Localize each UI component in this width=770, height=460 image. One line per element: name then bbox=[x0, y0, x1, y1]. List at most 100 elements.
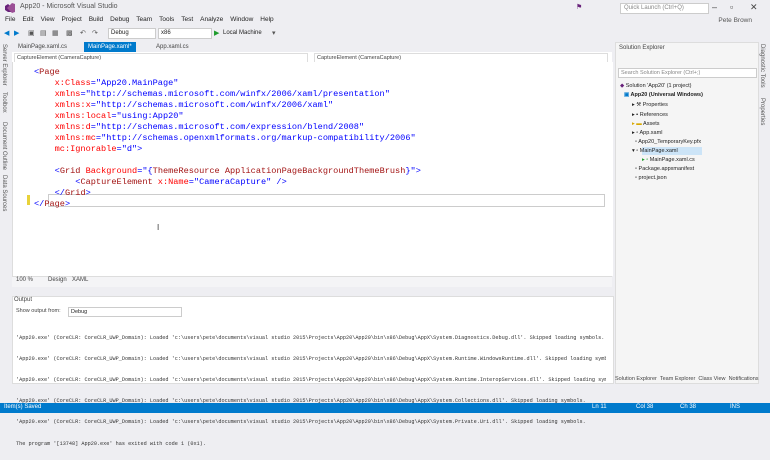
show-output-from-dropdown[interactable]: Debug bbox=[68, 307, 182, 317]
zoom-level[interactable]: 100 % bbox=[16, 277, 33, 283]
config-dropdown[interactable]: Debug bbox=[108, 28, 156, 39]
tab-class-view[interactable]: Class View bbox=[698, 376, 725, 382]
run-target-button[interactable]: Local Machine bbox=[223, 30, 262, 36]
code-token: ="{ bbox=[137, 166, 153, 176]
platform-dropdown[interactable]: x86 bbox=[158, 28, 212, 39]
menu-view[interactable]: View bbox=[41, 16, 55, 23]
close-icon[interactable]: ✕ bbox=[750, 2, 758, 13]
tree-item-mainpage-xaml-cs[interactable]: ▸ ▫ MainPage.xaml.cs bbox=[642, 157, 695, 163]
tab-app-xaml-cs[interactable]: App.xaml.cs bbox=[152, 42, 193, 52]
code-line[interactable]: <CaptureElement x:Name="CameraCapture" /… bbox=[34, 177, 421, 188]
tree-item-mainpage-xaml[interactable]: ▾ ▫ MainPage.xaml bbox=[632, 148, 678, 154]
code-line[interactable]: xmlns:x="http://schemas.microsoft.com/wi… bbox=[34, 100, 421, 111]
tab-properties[interactable]: Properties bbox=[759, 98, 765, 125]
tree-item-references[interactable]: ▸ ▪ References bbox=[632, 112, 668, 118]
menu-tools[interactable]: Tools bbox=[159, 16, 174, 23]
code-token: mc:Ignorable bbox=[54, 144, 117, 154]
tree-item-project[interactable]: ▣ App20 (Universal Windows) bbox=[624, 92, 703, 98]
code-token: Grid bbox=[59, 166, 81, 176]
menu-file[interactable]: File bbox=[5, 16, 15, 23]
tree-item-label: Properties bbox=[642, 102, 668, 108]
menu-debug[interactable]: Debug bbox=[110, 16, 129, 23]
tab-server-explorer[interactable]: Server Explorer bbox=[1, 44, 7, 86]
menu-edit[interactable]: Edit bbox=[22, 16, 33, 23]
back-icon[interactable]: ◀ bbox=[4, 29, 9, 37]
design-tab[interactable]: Design bbox=[48, 277, 67, 283]
tab-mainpage-xaml[interactable]: MainPage.xaml* bbox=[84, 42, 136, 52]
tab-data-sources[interactable]: Data Sources bbox=[1, 175, 7, 211]
csharp-file-icon: ▸ ▫ bbox=[642, 157, 649, 163]
tree-item-app-xaml[interactable]: ▸ ▫ App.xaml bbox=[632, 130, 662, 136]
run-icon[interactable]: ▶ bbox=[214, 29, 219, 37]
code-line[interactable]: </Page> bbox=[34, 199, 421, 210]
notifications-flag-icon[interactable]: ⚑ bbox=[576, 3, 582, 11]
save-all-icon[interactable]: ▩ bbox=[66, 29, 73, 37]
tab-document-outline[interactable]: Document Outline bbox=[1, 122, 7, 170]
code-token: > bbox=[85, 188, 91, 198]
folder-icon: ▸ ▬ bbox=[632, 121, 642, 127]
tab-solution-explorer[interactable]: Solution Explorer bbox=[615, 376, 657, 382]
forward-icon[interactable]: ▶ bbox=[14, 29, 19, 37]
tab-mainpage-xaml-cs[interactable]: MainPage.xaml.cs bbox=[14, 42, 71, 52]
solution-explorer-title: Solution Explorer bbox=[619, 45, 665, 51]
solution-bottom-tabs: Solution Explorer Team Explorer Class Vi… bbox=[615, 376, 759, 382]
tree-item-properties[interactable]: ▸ ⚒ Properties bbox=[632, 102, 668, 108]
code-line[interactable]: xmlns:mc="http://schemas.openxmlformats.… bbox=[34, 133, 421, 144]
code-line[interactable] bbox=[34, 155, 421, 166]
solution-search-input[interactable]: Search Solution Explorer (Ctrl+;) bbox=[618, 68, 757, 78]
menu-bar: File Edit View Project Build Debug Team … bbox=[0, 16, 770, 27]
menu-test[interactable]: Test bbox=[181, 16, 193, 23]
xaml-tab[interactable]: XAML bbox=[72, 277, 88, 283]
code-token: }" bbox=[405, 166, 416, 176]
tree-item-label: MainPage.xaml.cs bbox=[649, 157, 695, 163]
tree-item-solution[interactable]: ◆ Solution 'App20' (1 project) bbox=[620, 83, 691, 89]
menu-help[interactable]: Help bbox=[260, 16, 273, 23]
code-line[interactable]: xmlns:local="using:App20" bbox=[34, 111, 421, 122]
undo-icon[interactable]: ↶ bbox=[80, 29, 86, 37]
status-message: Item(s) Saved bbox=[4, 404, 42, 410]
quick-launch-input[interactable]: Quick Launch (Ctrl+Q) bbox=[620, 3, 709, 14]
code-line[interactable]: mc:Ignorable="d"> bbox=[34, 144, 421, 155]
maximize-icon[interactable]: ▫ bbox=[730, 2, 733, 12]
new-project-icon[interactable]: ▣ bbox=[28, 29, 35, 37]
tab-diagnostic-tools[interactable]: Diagnostic Tools bbox=[759, 44, 765, 88]
status-column: Col 38 bbox=[636, 404, 654, 410]
code-token: > bbox=[137, 144, 143, 154]
tab-notifications[interactable]: Notifications bbox=[729, 376, 759, 382]
tree-item-package-manifest[interactable]: ▫ Package.appxmanifest bbox=[632, 166, 694, 172]
save-icon[interactable]: ▦ bbox=[52, 29, 59, 37]
code-token: Page bbox=[44, 199, 65, 209]
menu-build[interactable]: Build bbox=[89, 16, 103, 23]
open-icon[interactable]: ▤ bbox=[40, 29, 47, 37]
redo-icon[interactable]: ↷ bbox=[92, 29, 98, 37]
code-text[interactable]: <Page x:Class="App20.MainPage" xmlns="ht… bbox=[34, 67, 421, 210]
chevron-down-icon[interactable]: ▾ bbox=[272, 29, 276, 37]
code-line[interactable]: <Grid Background="{ThemeResource Applica… bbox=[34, 166, 421, 177]
tree-item-temporary-key[interactable]: ▫ App20_TemporaryKey.pfx bbox=[632, 139, 701, 145]
wrench-icon: ▸ ⚒ bbox=[632, 102, 642, 108]
code-line[interactable]: x:Class="App20.MainPage" bbox=[34, 78, 421, 89]
code-token: ="http://schemas.microsoft.com/expressio… bbox=[90, 122, 365, 132]
tree-item-label: MainPage.xaml bbox=[639, 148, 678, 154]
menu-project[interactable]: Project bbox=[62, 16, 82, 23]
menu-team[interactable]: Team bbox=[136, 16, 152, 23]
code-line[interactable]: xmlns="http://schemas.microsoft.com/winf… bbox=[34, 89, 421, 100]
tree-item-assets[interactable]: ▸ ▬ Assets bbox=[632, 121, 660, 127]
output-log[interactable]: 'App20.exe' (CoreCLR: CoreCLR_UWP_Domain… bbox=[16, 322, 606, 460]
tab-toolbox[interactable]: Toolbox bbox=[1, 92, 7, 113]
code-token: xmlns:mc bbox=[54, 133, 96, 143]
manifest-file-icon: ▫ bbox=[632, 166, 638, 172]
tree-item-label: Package.appxmanifest bbox=[638, 166, 695, 172]
tree-item-project-json[interactable]: ▫ project.json bbox=[632, 175, 667, 181]
code-token: ="http://schemas.microsoft.com/winfx/200… bbox=[80, 89, 390, 99]
code-line[interactable]: </Grid> bbox=[34, 188, 421, 199]
code-line[interactable]: xmlns:d="http://schemas.microsoft.com/ex… bbox=[34, 122, 421, 133]
menu-analyze[interactable]: Analyze bbox=[200, 16, 223, 23]
user-name[interactable]: Pete Brown bbox=[718, 17, 752, 24]
minimize-icon[interactable]: – bbox=[712, 2, 717, 12]
menu-window[interactable]: Window bbox=[230, 16, 253, 23]
code-line[interactable]: <Page bbox=[34, 67, 421, 78]
tab-team-explorer[interactable]: Team Explorer bbox=[660, 376, 695, 382]
